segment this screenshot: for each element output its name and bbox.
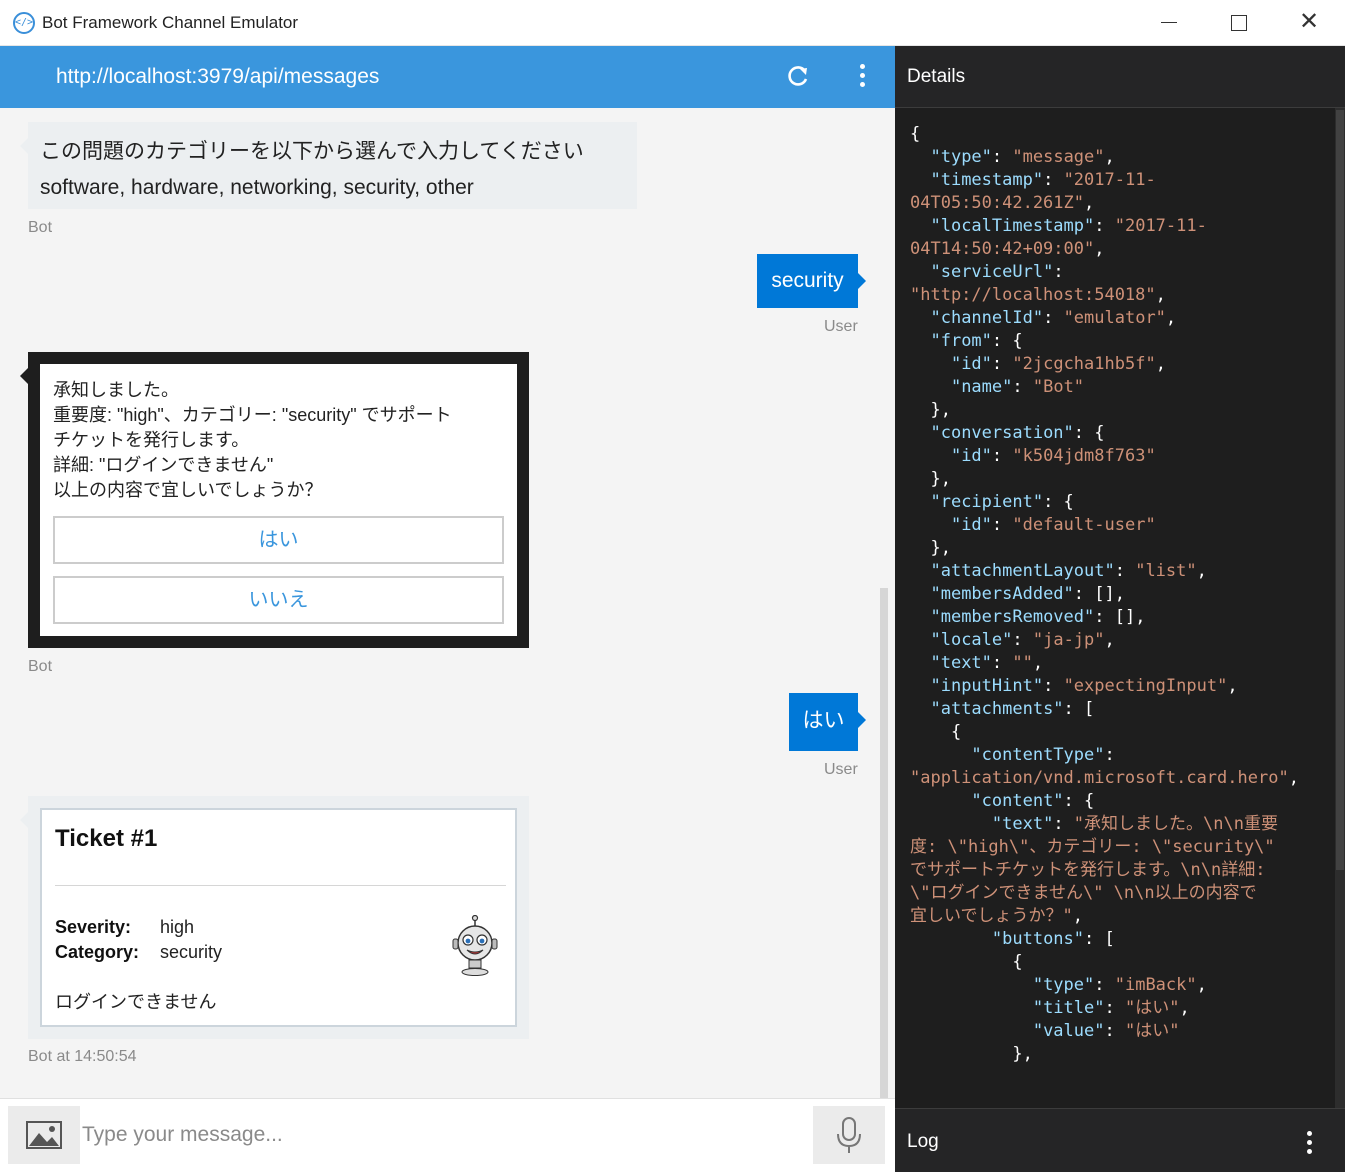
message-sender: Bot (28, 658, 53, 675)
card-text-line: 詳細: "ログインできません" (53, 455, 274, 475)
message-text: この問題のカテゴリーを以下から選んで入力してください (40, 140, 584, 163)
json-line: }, (910, 1044, 1033, 1064)
json-line: "name": "Bot" (950, 377, 1085, 397)
json-line: "attachmentLayout": "list", (930, 561, 1207, 581)
app-icon: </> (13, 12, 35, 34)
details-scrollbar[interactable] (1335, 108, 1345, 1108)
severity-label: Severity: (55, 917, 132, 937)
json-line: { (910, 722, 962, 742)
category-value: security (160, 942, 223, 962)
json-line: "type": "message", (930, 147, 1115, 167)
chat-scrollbar[interactable] (880, 588, 888, 1098)
json-line: \"ログインできません\" \n\n以上の内容で (910, 883, 1257, 903)
attach-image-button[interactable] (8, 1106, 80, 1164)
json-line: "contentType": (971, 745, 1115, 765)
json-line: "from": { (930, 331, 1023, 351)
json-line: "value": "はい" (1032, 1021, 1180, 1041)
minimize-button[interactable] (1146, 8, 1192, 38)
json-line: "attachments": [ (930, 699, 1095, 719)
close-button[interactable]: ✕ (1286, 8, 1332, 38)
category-label: Category: (55, 942, 140, 962)
no-button[interactable]: いいえ (53, 576, 504, 624)
json-line: "channelId": "emulator", (930, 308, 1177, 328)
microphone-button[interactable] (813, 1106, 885, 1164)
json-line: "inputHint": "expectingInput", (930, 676, 1238, 696)
json-line: 宜しいでしょうか？", (910, 906, 1083, 926)
image-icon (26, 1121, 62, 1149)
json-line: 04T14:50:42+09:00", (910, 239, 1105, 259)
confirmation-card[interactable]: 承知しました。 重要度: "high"、カテゴリー: "security" でサ… (20, 352, 529, 648)
card-text-line: チケットを発行します。 (53, 430, 250, 450)
severity-value: high (160, 917, 195, 937)
json-line: "membersRemoved": [], (930, 607, 1146, 627)
card-text-line: 重要度: "high"、カテゴリー: "security" でサポート (53, 405, 452, 425)
chat-header: http://localhost:3979/api/messages (0, 46, 895, 108)
json-line: "locale": "ja-jp", (930, 630, 1115, 650)
microphone-icon (837, 1117, 861, 1153)
json-line: でサポートチケットを発行します。\n\n詳細: (910, 860, 1266, 880)
message-sender: User (824, 318, 858, 335)
more-options-icon[interactable] (850, 60, 874, 92)
json-line: "membersAdded": [], (930, 584, 1125, 604)
log-more-options-icon[interactable] (1303, 1131, 1315, 1161)
window-titlebar: </> Bot Framework Channel Emulator ✕ (0, 0, 1345, 46)
json-line: "type": "imBack", (1032, 975, 1207, 995)
window-title: Bot Framework Channel Emulator (42, 13, 299, 32)
message-input[interactable] (80, 1106, 813, 1164)
endpoint-url[interactable]: http://localhost:3979/api/messages (56, 65, 379, 89)
card-text-line: 承知しました。 (53, 380, 179, 400)
log-header: Log (895, 1108, 1345, 1172)
details-title: Details (907, 66, 966, 87)
json-line: "recipient": { (930, 492, 1074, 512)
json-line: "serviceUrl": (930, 262, 1064, 282)
ticket-title: Ticket #1 (55, 825, 158, 852)
card-text-line: 以上の内容で宜しいでしょうか？ (53, 480, 323, 500)
json-line: "id": "k504jdm8f763" (950, 446, 1156, 466)
json-line: "buttons": [ (991, 929, 1115, 949)
ticket-card[interactable]: Ticket #1 Severity: high Category: secur… (20, 796, 529, 1039)
json-line: "application/vnd.microsoft.card.hero", (910, 768, 1299, 788)
activity-json-viewer[interactable]: { "type": "message", "timestamp": "2017-… (895, 108, 1335, 1108)
hero-card: 承知しました。 重要度: "high"、カテゴリー: "security" でサ… (40, 364, 517, 636)
json-line: "content": { (971, 791, 1095, 811)
message-sender: User (824, 761, 858, 778)
ticket-card-body: Ticket #1 Severity: high Category: secur… (40, 808, 517, 1027)
chat-history[interactable]: この問題のカテゴリーを以下から選んで入力してください software, har… (0, 108, 895, 1098)
message-input-bar (0, 1098, 895, 1172)
user-message: security (757, 254, 866, 308)
json-line: "text": "承知しました。\n\n重要 (991, 814, 1278, 834)
maximize-button[interactable] (1215, 8, 1261, 38)
yes-button[interactable]: はい (53, 516, 504, 564)
json-line: { (910, 124, 921, 144)
ticket-detail: ログインできません (55, 992, 217, 1012)
message-text: software, hardware, networking, security… (40, 176, 474, 199)
user-message: はい (789, 693, 866, 751)
bot-message-category-prompt: この問題のカテゴリーを以下から選んで入力してください software, har… (20, 122, 637, 209)
json-line: "title": "はい", (1032, 998, 1190, 1018)
json-line: }, (910, 400, 951, 420)
json-line: { (910, 952, 1023, 972)
json-line: 04T05:50:42.261Z", (910, 193, 1095, 213)
json-line: "id": "2jcgcha1hb5f", (950, 354, 1166, 374)
robot-icon (450, 914, 500, 977)
log-title: Log (907, 1131, 939, 1152)
json-line: "http://localhost:54018", (910, 285, 1166, 305)
divider (55, 885, 506, 886)
refresh-icon[interactable] (784, 60, 812, 92)
details-header: Details (895, 46, 1345, 108)
json-line: "id": "default-user" (950, 515, 1156, 535)
json-line: "text": "", (930, 653, 1044, 673)
json-line: }, (910, 538, 951, 558)
message-sender: Bot (28, 219, 53, 236)
json-line: }, (910, 469, 951, 489)
json-line: "localTimestamp": "2017-11- (930, 216, 1207, 236)
json-line: "timestamp": "2017-11- (930, 170, 1156, 190)
message-timestamp: Bot at 14:50:54 (28, 1048, 137, 1065)
json-line: "conversation": { (930, 423, 1105, 443)
json-line: 度: \"high\"、カテゴリー: \"security\" (910, 837, 1275, 857)
details-panel: Details { "type": "message", "timestamp"… (895, 46, 1345, 1172)
